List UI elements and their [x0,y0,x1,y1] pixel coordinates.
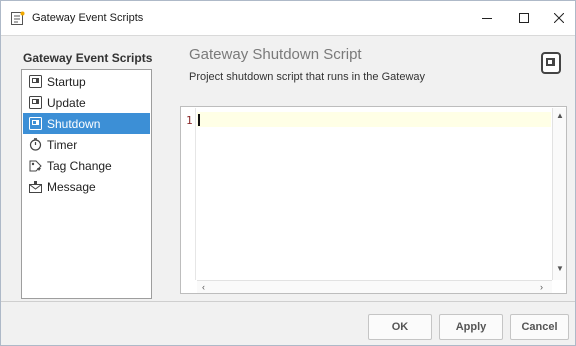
script-icon [29,117,42,130]
timer-icon [29,138,42,151]
dialog-footer: OK Apply Cancel [1,301,575,345]
sidebar-item-timer[interactable]: Timer [23,134,150,155]
scroll-up-icon[interactable]: ▲ [556,111,564,120]
gateway-event-scripts-window: Gateway Event Scripts Gateway Event Scri… [0,0,576,346]
event-list: Startup Update Shutdown Timer Tag Change… [21,69,152,299]
horizontal-scrollbar[interactable]: ‹ › [197,280,552,293]
sidebar-heading: Gateway Event Scripts [23,51,153,65]
sidebar-item-startup[interactable]: Startup [23,71,150,92]
minimize-icon [482,18,492,19]
tag-change-icon [29,159,42,172]
scroll-down-icon[interactable]: ▼ [556,264,564,273]
apply-button[interactable]: Apply [439,314,503,340]
script-icon [29,75,42,88]
sidebar-item-tag-change[interactable]: Tag Change [23,155,150,176]
window-title: Gateway Event Scripts [32,12,144,24]
minimize-button[interactable] [467,1,507,35]
line-number: 1 [186,114,193,127]
sidebar-item-shutdown[interactable]: Shutdown [23,113,150,134]
close-button[interactable] [539,1,576,35]
sidebar-item-label: Startup [47,74,86,89]
code-text-area[interactable] [197,108,551,280]
vertical-scrollbar[interactable]: ▲ ▼ [552,108,566,280]
ok-button[interactable]: OK [368,314,432,340]
scroll-right-icon[interactable]: › [540,282,543,292]
sidebar-item-label: Tag Change [47,158,112,173]
maximize-icon [519,13,529,23]
close-icon [554,13,564,23]
text-caret [198,114,200,126]
script-editor: 1 ▲ ▼ ‹ › [180,106,567,294]
sidebar-item-label: Message [47,179,96,194]
script-icon [29,96,42,109]
maximize-button[interactable] [504,1,544,35]
dialog-content: Gateway Event Scripts Startup Update Shu… [1,35,575,301]
scroll-left-icon[interactable]: ‹ [202,282,205,292]
sidebar-item-message[interactable]: Message [23,176,150,197]
line-number-gutter: 1 [182,108,196,280]
cancel-button[interactable]: Cancel [510,314,569,340]
sidebar-item-label: Shutdown [47,116,101,131]
script-header-icon [541,52,561,74]
title-bar: Gateway Event Scripts [1,1,575,35]
sidebar-item-label: Timer [47,137,78,152]
script-description: Project shutdown script that runs in the… [189,71,426,83]
sidebar-item-update[interactable]: Update [23,92,150,113]
app-icon [11,11,25,25]
message-icon [29,180,42,193]
sidebar-item-label: Update [47,95,86,110]
current-line-highlight [197,112,551,127]
script-title: Gateway Shutdown Script [189,46,362,63]
